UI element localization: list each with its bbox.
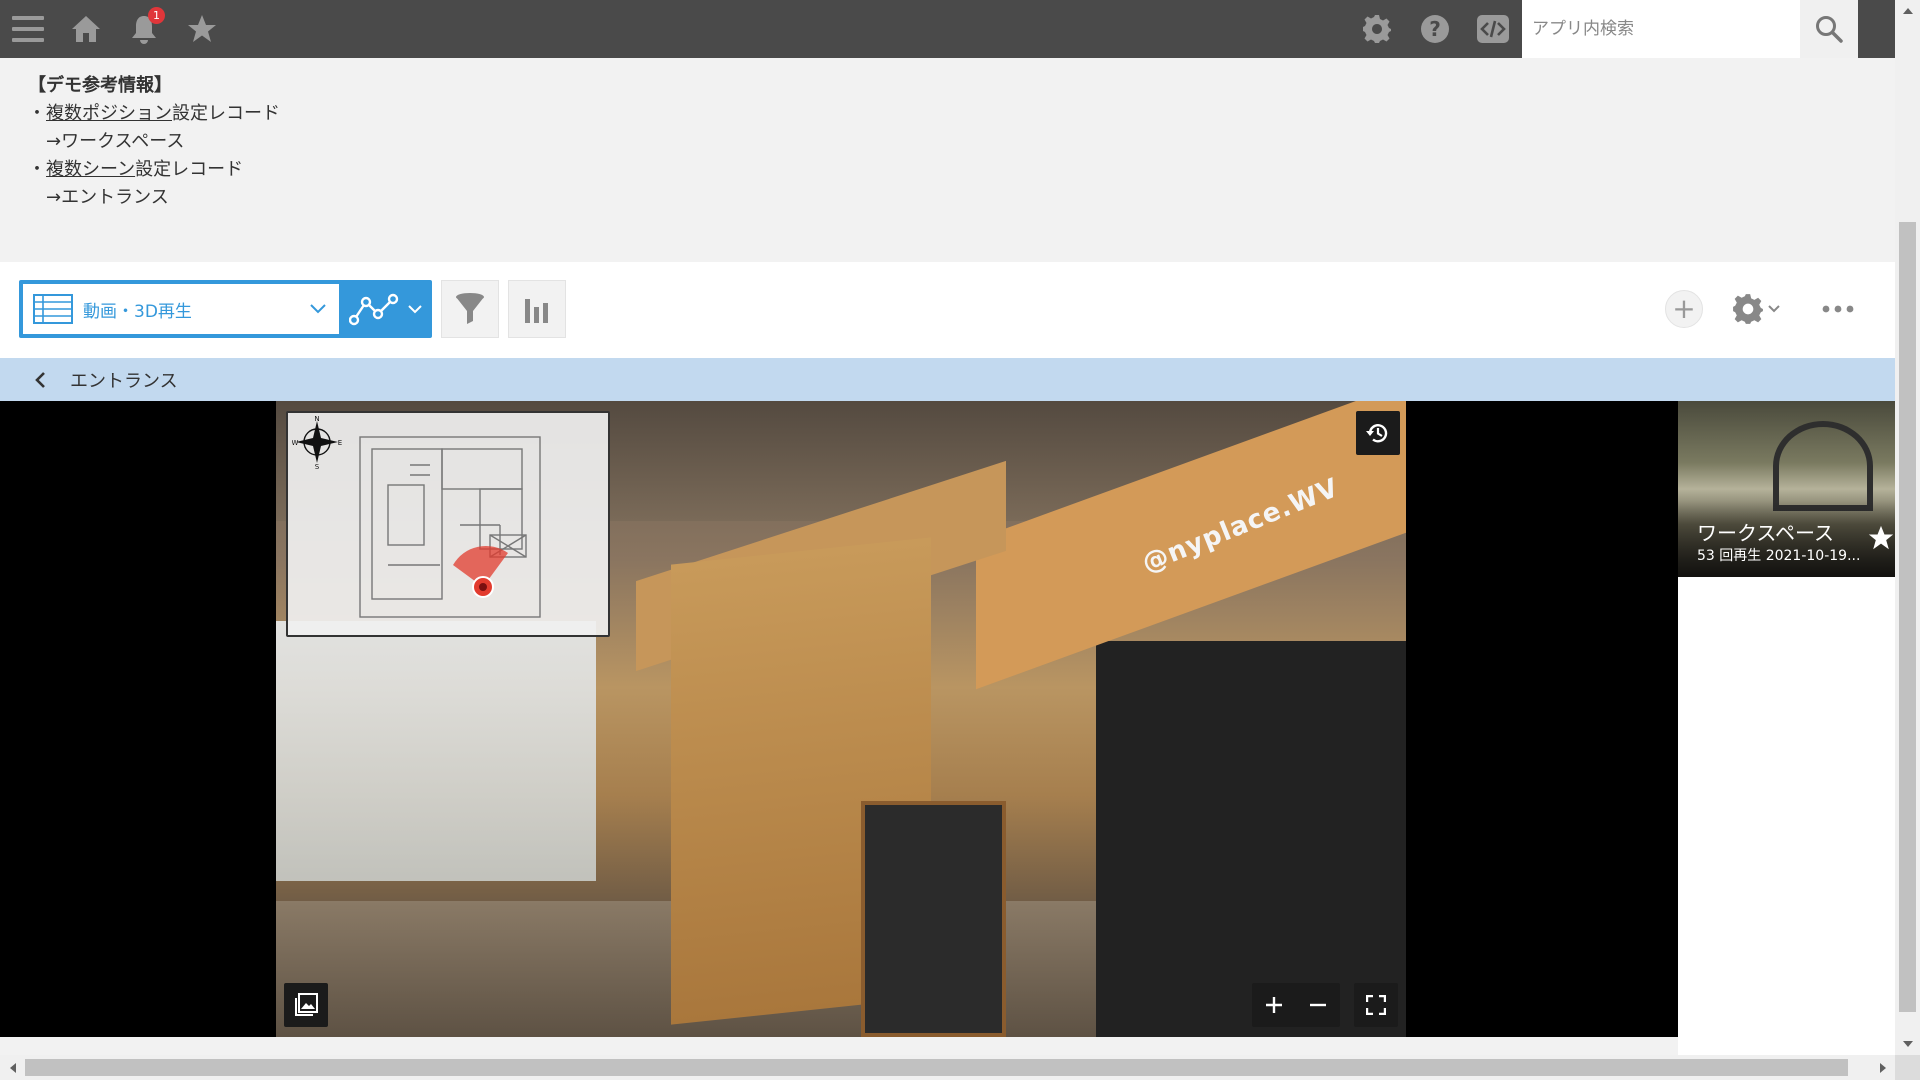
bullet: ・ xyxy=(28,159,46,180)
view-dropdown[interactable]: 動画・3D再生 xyxy=(23,284,339,334)
compass-n: N xyxy=(314,415,319,423)
pano-dark-wall xyxy=(1096,641,1406,1037)
code-button[interactable] xyxy=(1465,0,1521,58)
multi-scene-link[interactable]: 複数シーン xyxy=(46,159,135,180)
plus-icon: + xyxy=(1672,292,1696,325)
scroll-right-button[interactable] xyxy=(1870,1055,1895,1080)
help-button[interactable]: ? xyxy=(1407,0,1463,58)
plus-icon xyxy=(1266,997,1282,1013)
arrow-left-icon xyxy=(9,1062,16,1073)
chevron-down-icon xyxy=(1768,305,1780,313)
vertical-scroll-thumb[interactable] xyxy=(1899,222,1916,1012)
horizontal-scrollbar[interactable] xyxy=(0,1055,1895,1080)
zoom-in-button[interactable] xyxy=(1252,983,1296,1027)
code-icon xyxy=(1477,15,1509,43)
scroll-left-button[interactable] xyxy=(0,1055,25,1080)
scroll-down-button[interactable] xyxy=(1895,1033,1920,1055)
chevron-down-icon xyxy=(310,304,326,314)
pano-window xyxy=(276,621,596,881)
compass-s: S xyxy=(315,463,320,469)
svg-text:?: ? xyxy=(1429,17,1441,41)
favorites-button[interactable] xyxy=(174,0,230,58)
more-icon xyxy=(1822,305,1854,313)
pano-chalkboard xyxy=(861,801,1006,1037)
filter-button[interactable] xyxy=(441,280,499,338)
breadcrumb: エントランス xyxy=(0,358,1895,401)
star-icon xyxy=(188,15,216,42)
scene-favorite-button[interactable] xyxy=(1868,525,1894,551)
fullscreen-icon xyxy=(1366,995,1386,1015)
search-input[interactable] xyxy=(1522,0,1800,58)
zoom-controls xyxy=(1252,983,1340,1027)
scene-thumb-detail xyxy=(1773,421,1873,511)
star-icon xyxy=(1868,525,1894,550)
demo-info: 【デモ参考情報】 ・複数ポジション設定レコード →ワークスペース ・複数シーン設… xyxy=(28,72,280,212)
scrollbar-corner xyxy=(1895,1055,1920,1080)
fullscreen-button[interactable] xyxy=(1354,983,1398,1027)
vertical-scrollbar[interactable] xyxy=(1895,0,1920,1055)
table-icon xyxy=(33,294,73,324)
more-options-button[interactable] xyxy=(1818,290,1858,328)
history-button[interactable] xyxy=(1356,411,1400,455)
home-button[interactable] xyxy=(58,0,114,58)
graph-button[interactable] xyxy=(508,280,566,338)
demo-info-text: 設定レコード xyxy=(172,103,280,124)
help-icon: ? xyxy=(1421,15,1449,43)
panorama-player: @nyplace.WV N S W E xyxy=(0,401,1678,1037)
line-graph-icon xyxy=(348,293,398,326)
zoom-out-button[interactable] xyxy=(1296,983,1340,1027)
gear-icon xyxy=(1363,15,1391,43)
demo-info-line: →エントランス xyxy=(46,187,169,208)
history-icon xyxy=(1366,424,1388,443)
demo-info-line: ・複数シーン設定レコード xyxy=(28,156,280,184)
gallery-button[interactable] xyxy=(284,983,328,1027)
search-icon xyxy=(1816,16,1843,43)
horizontal-scroll-thumb[interactable] xyxy=(25,1059,1848,1076)
demo-info-line: ・複数ポジション設定レコード xyxy=(28,100,280,128)
add-record-button[interactable]: + xyxy=(1665,290,1703,328)
minus-icon xyxy=(1310,1003,1326,1007)
scroll-up-button[interactable] xyxy=(1895,0,1920,22)
bullet: ・ xyxy=(28,103,46,124)
demo-info-line: →ワークスペース xyxy=(46,131,185,152)
filter-icon xyxy=(456,293,484,324)
compass-w: W xyxy=(292,439,299,447)
chevron-down-icon xyxy=(407,305,422,314)
floor-minimap[interactable]: N S W E xyxy=(286,411,610,637)
multi-position-link[interactable]: 複数ポジション xyxy=(46,103,172,124)
bar-chart-icon xyxy=(525,299,548,323)
scene-name: ワークスペース xyxy=(1697,521,1834,545)
panorama-view[interactable]: @nyplace.WV N S W E xyxy=(276,401,1406,1037)
scene-card[interactable]: ワークスペース 53 回再生 2021-10-19... xyxy=(1678,401,1895,577)
settings-button[interactable] xyxy=(1349,0,1405,58)
graph-view-button[interactable] xyxy=(339,280,432,338)
search-button[interactable] xyxy=(1800,0,1858,58)
demo-info-title: 【デモ参考情報】 xyxy=(28,75,172,96)
view-selector: 動画・3D再生 xyxy=(19,280,432,338)
back-button[interactable] xyxy=(34,370,54,390)
top-bar: 1 ? xyxy=(0,0,1895,58)
arrow-up-icon xyxy=(1902,8,1913,14)
scene-list: ワークスペース 53 回再生 2021-10-19... xyxy=(1678,401,1895,1055)
gear-icon xyxy=(1733,294,1763,324)
notification-button[interactable]: 1 xyxy=(116,0,172,58)
menu-button[interactable] xyxy=(0,0,56,58)
arrow-right-icon xyxy=(1879,1062,1886,1073)
chevron-left-icon xyxy=(35,371,45,388)
compass-e: E xyxy=(338,439,342,447)
menu-icon xyxy=(12,16,44,42)
location-marker-icon xyxy=(453,545,508,598)
view-label: 動画・3D再生 xyxy=(83,301,192,322)
notification-badge: 1 xyxy=(148,7,165,24)
app-search xyxy=(1522,0,1858,58)
image-icon xyxy=(295,993,318,1016)
scene-meta: 53 回再生 2021-10-19... xyxy=(1697,548,1861,564)
home-icon xyxy=(72,16,100,42)
demo-info-text: 設定レコード xyxy=(135,159,244,180)
breadcrumb-current: エントランス xyxy=(70,370,178,392)
compass-icon: N S W E xyxy=(292,415,342,469)
app-settings-button[interactable] xyxy=(1732,287,1788,331)
arrow-down-icon xyxy=(1902,1041,1913,1047)
